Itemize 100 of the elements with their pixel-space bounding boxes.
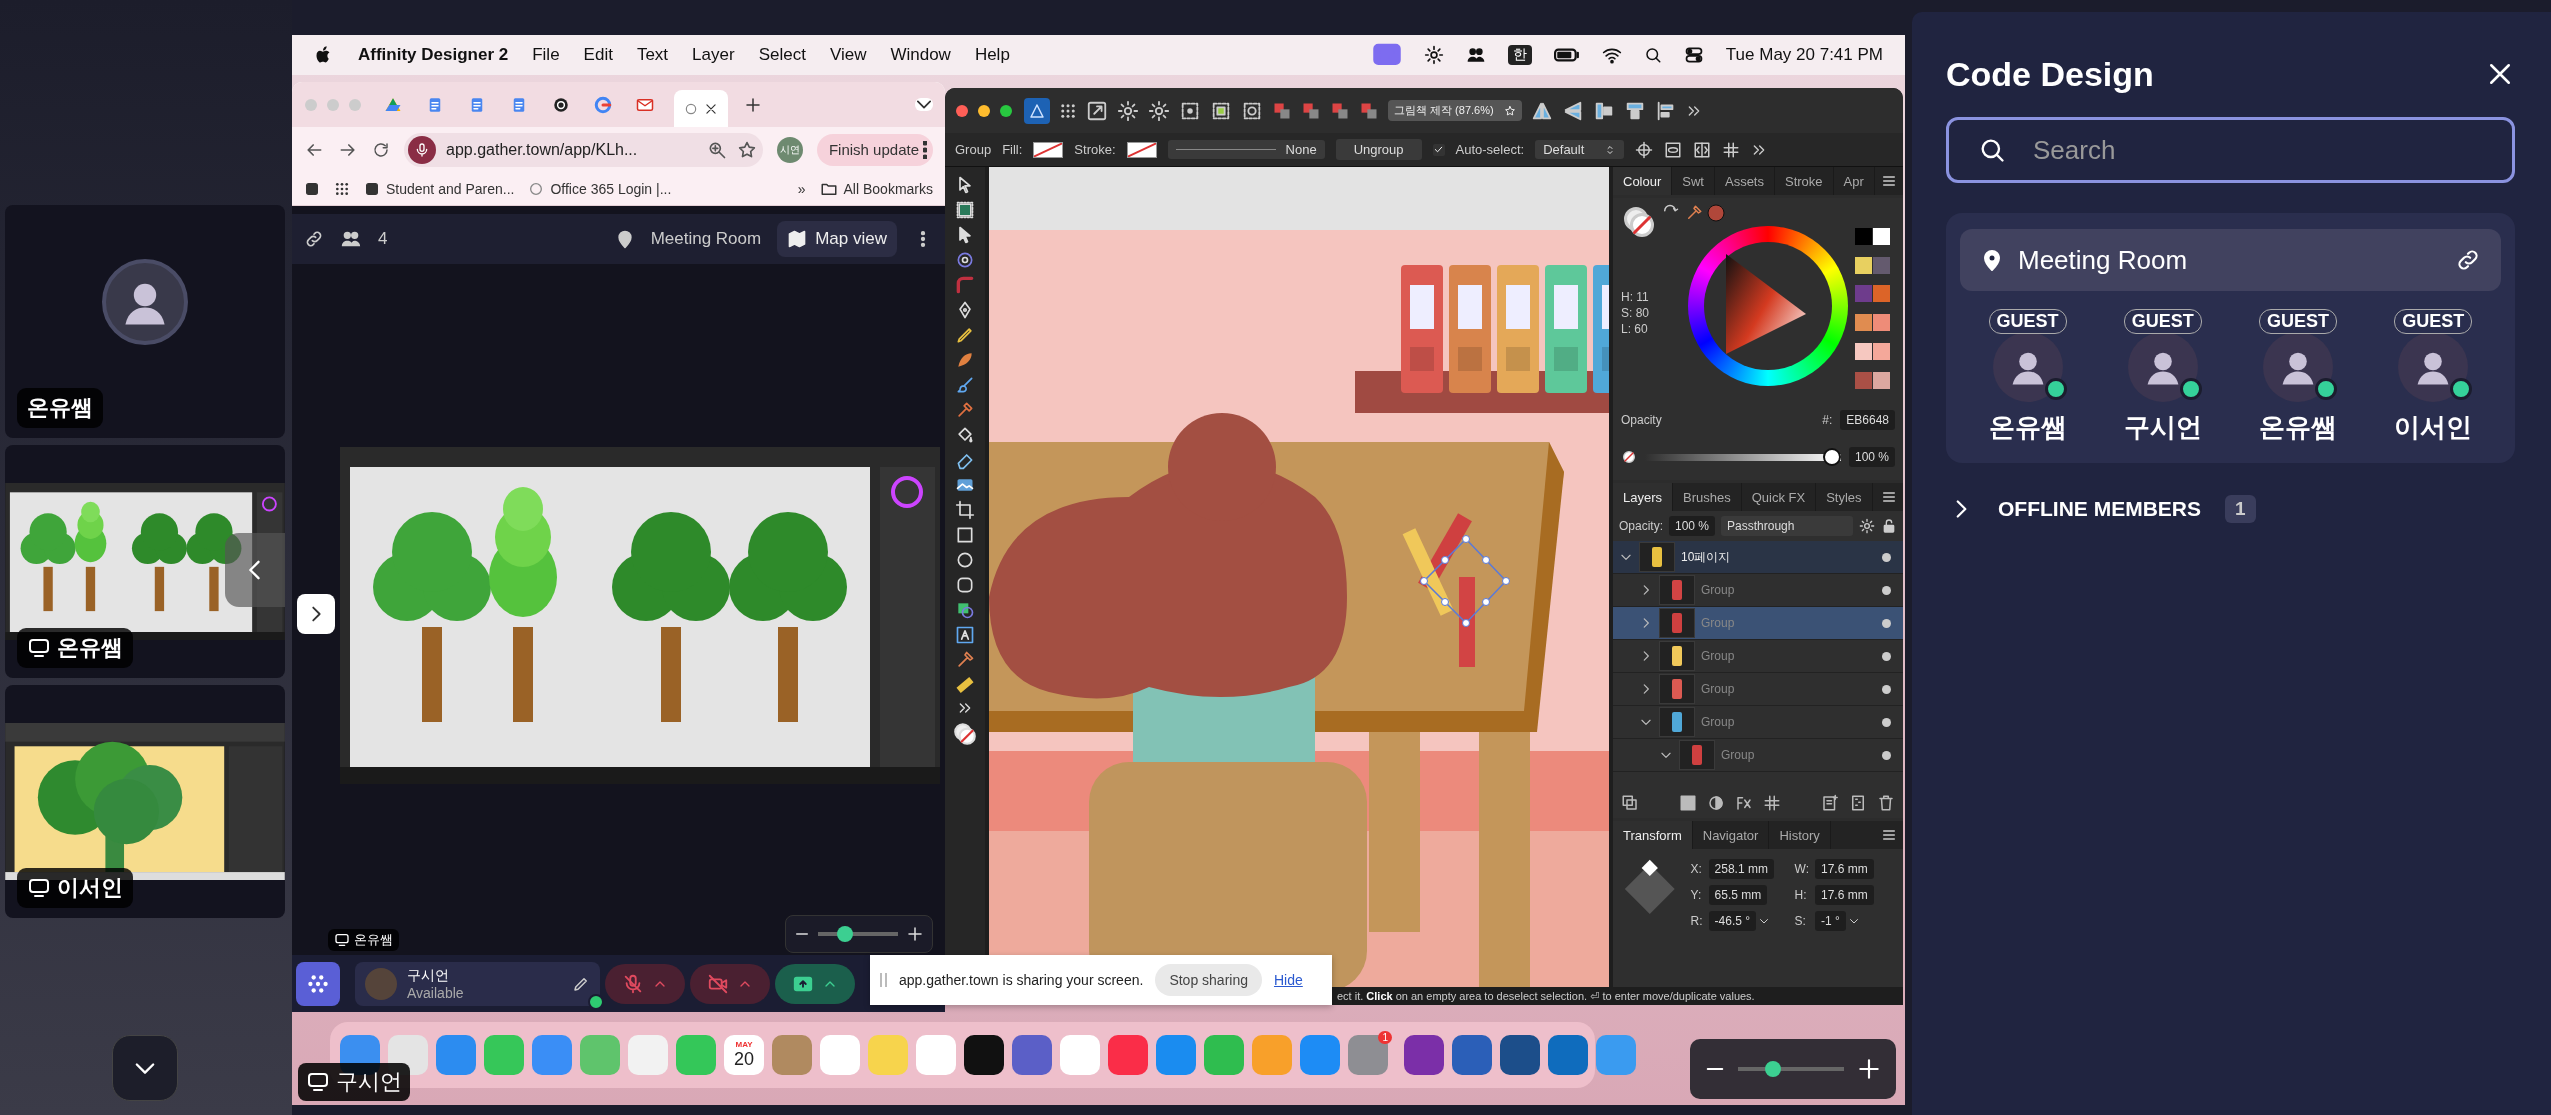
bookmark-folder[interactable]: All Bookmarks (819, 179, 933, 198)
update-button[interactable]: Finish update (816, 133, 933, 166)
layer-name: Group (1701, 682, 1736, 696)
panel-tab[interactable]: Styles (1816, 483, 1873, 511)
room-name: Meeting Room (650, 229, 762, 249)
menu-item[interactable]: View (829, 45, 867, 65)
document-title[interactable]: 그림책 제작 (87.6%) (1388, 100, 1522, 121)
role-badge: GUEST (2259, 309, 2338, 334)
layer-row[interactable]: Group (1613, 640, 1903, 673)
layer-row[interactable]: Group (1613, 673, 1903, 706)
panel-tab[interactable]: Quick FX (1741, 483, 1817, 511)
calendar-day: 20 (734, 1049, 754, 1070)
opacity-label: Opacity: (1619, 519, 1663, 533)
panel-title: Code Design (1946, 54, 2155, 94)
opacity-field[interactable]: 100 % (1669, 516, 1716, 536)
panel-tab[interactable]: Transform (1613, 821, 1693, 849)
value-field[interactable]: 17.6 mm (1815, 859, 1874, 879)
menu-item[interactable]: Help (974, 45, 1010, 65)
menu-item[interactable]: Select (758, 45, 806, 65)
panel-tab[interactable]: Assets (1714, 167, 1775, 195)
video-tile[interactable]: 온유쌤 (5, 205, 285, 438)
menu-item[interactable]: File (532, 45, 560, 65)
offline-members-toggle[interactable]: OFFLINE MEMBERS 1 (1946, 495, 2515, 523)
participant-name: 온유쌤 (354, 931, 393, 949)
role-badge: GUEST (2123, 309, 2202, 334)
participant-name: 온유쌤 (27, 394, 93, 422)
layer-name: 10페이지 (1681, 548, 1732, 566)
room-header[interactable]: Meeting Room (1960, 229, 2501, 291)
notice-message: app.gather.town is sharing your screen. (899, 972, 1144, 988)
calendar-app-icon[interactable]: MAY 20 (724, 1035, 764, 1075)
role-badge: GUEST (2394, 309, 2473, 334)
notification-badge: 1 (1378, 1031, 1392, 1044)
participant-name: 이서인 (57, 874, 123, 902)
opacity-field[interactable]: 100 % (1848, 447, 1895, 468)
layer-name: Group (1701, 715, 1736, 729)
stop-sharing-button[interactable]: Stop sharing (1155, 964, 1262, 996)
calendar-month: MAY (735, 1040, 753, 1049)
app-name[interactable]: Affinity Designer 2 (358, 45, 509, 65)
field-label: R: (1690, 914, 1703, 928)
panel-tab[interactable]: Navigator (1692, 821, 1770, 849)
member-name: 구시언 (2123, 411, 2202, 444)
field-label: S: (1794, 914, 1807, 928)
panel-tab[interactable]: Brushes (1673, 483, 1742, 511)
auto-select-dropdown[interactable]: Default (1535, 140, 1625, 159)
menu-item[interactable]: Layer (692, 45, 735, 65)
panel-tab[interactable]: Swt (1672, 167, 1715, 195)
value-field[interactable]: 258.1 mm (1708, 859, 1774, 879)
hsl-value: L: 60 (1621, 322, 1649, 336)
participant-name: 온유쌤 (57, 634, 123, 662)
map-view-button[interactable]: Map view (777, 221, 897, 257)
panel-tab[interactable]: Colour (1613, 167, 1673, 195)
value-field[interactable]: 17.6 mm (1815, 885, 1874, 905)
clock[interactable]: Tue May 20 7:41 PM (1725, 45, 1883, 65)
user-card[interactable]: 구시언 Available (355, 961, 600, 1006)
hex-label: #: (1822, 413, 1833, 427)
blend-mode-dropdown[interactable]: Passthrough (1721, 516, 1853, 536)
hide-link[interactable]: Hide (1274, 972, 1303, 988)
member-count: 1 (2225, 495, 2256, 523)
value-field[interactable]: -46.5 ° (1708, 911, 1757, 931)
stroke-style-dropdown[interactable]: None (1167, 140, 1325, 159)
stroke-label: Stroke: (1074, 142, 1116, 157)
status-hint: ect it. Click on an empty area to deselect selection. ⏎ to enter move/duplicate values. (1337, 989, 1755, 1003)
menu-item[interactable]: Edit (583, 45, 613, 65)
role-badge: GUEST (1988, 309, 2067, 334)
participant-name: 구시언 (336, 1068, 402, 1096)
value-field[interactable]: 65.5 mm (1708, 885, 1768, 905)
user-name: 구시언 (407, 966, 450, 985)
video-tile[interactable]: 이서인 (5, 685, 285, 918)
member-name: 온유쌤 (2259, 411, 2338, 444)
layer-name: Group (1721, 748, 1756, 762)
input-source[interactable]: 한 (1507, 45, 1532, 65)
hex-field[interactable]: EB6648 (1840, 410, 1895, 430)
opacity-label: Opacity (1621, 413, 1662, 427)
layer-name: Group (1701, 649, 1736, 663)
bookmark-link[interactable]: Student and Paren... (364, 180, 515, 197)
panel-tab[interactable]: Layers (1613, 483, 1674, 511)
field-label: X: (1690, 862, 1703, 876)
panel-tab[interactable]: Stroke (1775, 167, 1834, 195)
ungroup-button[interactable]: Ungroup (1335, 139, 1422, 160)
layer-row[interactable]: 10페이지 (1613, 541, 1903, 574)
address-bar[interactable]: app.gather.town/app/KLh... (404, 132, 763, 167)
field-label: W: (1794, 862, 1809, 876)
panel-tab[interactable]: History (1769, 821, 1831, 849)
search-field[interactable]: Search (1946, 117, 2515, 183)
video-tile[interactable]: 온유쌤 (5, 445, 285, 678)
menu-item[interactable]: Window (890, 45, 951, 65)
hsl-value: H: 11 (1621, 290, 1650, 304)
value-field[interactable]: -1 ° (1815, 911, 1846, 931)
more-bookmarks-button[interactable]: » (797, 180, 806, 197)
member-name: 이서인 (2394, 411, 2473, 444)
menu-item[interactable]: Text (636, 45, 669, 65)
profile-avatar[interactable]: 시연 (776, 136, 803, 163)
auto-select-label: Auto-select: (1455, 142, 1525, 157)
section-label: OFFLINE MEMBERS (1998, 497, 2201, 521)
panel-tab[interactable]: Apr (1833, 167, 1875, 195)
layer-row[interactable]: Group (1613, 706, 1903, 739)
layer-row[interactable]: Group (1613, 739, 1903, 772)
member-name: 온유쌤 (1988, 411, 2067, 444)
bookmark-link[interactable]: Office 365 Login |... (528, 180, 672, 197)
hsl-value: S: 80 (1621, 306, 1651, 320)
